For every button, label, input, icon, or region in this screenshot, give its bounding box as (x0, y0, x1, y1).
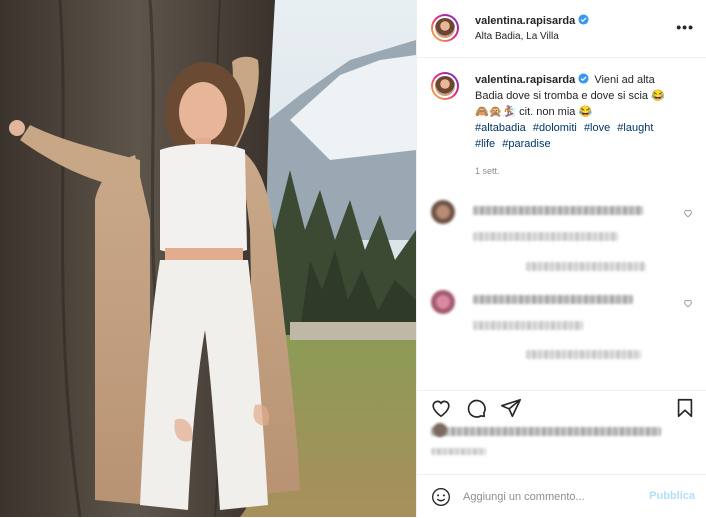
comment-avatar[interactable] (431, 200, 455, 224)
comment-avatar[interactable] (431, 290, 455, 314)
author-avatar[interactable] (431, 14, 459, 42)
post-header: valentina.rapisarda Alta Badia, La Villa… (417, 0, 706, 58)
hashtag-altabadia[interactable]: #altabadia (475, 122, 526, 134)
hashtag-love[interactable]: #love (584, 122, 610, 134)
comment-text-blurred (473, 206, 643, 215)
verified-badge-icon (578, 14, 589, 25)
comment-meta-blurred (473, 232, 618, 241)
comment-meta-blurred (473, 321, 583, 330)
comment-heart-icon[interactable] (683, 208, 693, 218)
add-comment-bar: Pubblica (417, 474, 706, 518)
caption-text: valentina.rapisarda Vieni ad alta Badia … (475, 72, 693, 120)
comment-input[interactable] (463, 487, 643, 507)
view-replies-blurred[interactable] (526, 350, 641, 359)
caption-username[interactable]: valentina.rapisarda (475, 73, 589, 86)
post-details-panel: valentina.rapisarda Alta Badia, La Villa… (416, 0, 706, 517)
instagram-post: valentina.rapisarda Alta Badia, La Villa… (0, 0, 706, 517)
heart-icon[interactable] (430, 397, 452, 419)
post-location[interactable]: Alta Badia, La Villa (475, 31, 559, 42)
paper-plane-icon[interactable] (500, 397, 522, 419)
comment-item (431, 200, 693, 280)
author-username-text[interactable]: valentina.rapisarda (475, 15, 575, 27)
comment-text-blurred (473, 295, 633, 304)
caption-avatar[interactable] (431, 72, 459, 100)
bookmark-icon[interactable] (674, 397, 696, 419)
caption-line-2: Badia dove si tromba e dove si scia 😂 (475, 90, 665, 102)
caption-username-text[interactable]: valentina.rapisarda (475, 74, 575, 86)
caption-line-1: Vieni ad alta (594, 74, 655, 86)
comment-heart-icon[interactable] (683, 298, 693, 308)
post-photo[interactable] (0, 0, 416, 517)
photo-illustration (0, 0, 416, 517)
view-replies-blurred[interactable] (526, 262, 646, 271)
more-options-icon[interactable]: ••• (676, 19, 694, 35)
verified-badge-icon (578, 73, 589, 84)
comment-item (431, 290, 693, 365)
hashtag-dolomiti[interactable]: #dolomiti (533, 122, 577, 134)
caption-time: 1 sett. (475, 166, 500, 176)
action-bar (417, 390, 706, 421)
caption: valentina.rapisarda Vieni ad alta Badia … (431, 72, 693, 176)
hashtags: #altabadia #dolomiti #love #laught #life… (475, 120, 693, 152)
hashtag-paradise[interactable]: #paradise (502, 138, 550, 150)
comment-icon[interactable] (465, 397, 487, 419)
hashtag-laught[interactable]: #laught (617, 122, 653, 134)
hashtag-life[interactable]: #life (475, 138, 495, 150)
author-username[interactable]: valentina.rapisarda (475, 14, 589, 27)
smiley-icon[interactable] (431, 487, 451, 507)
caption-line-3: 🙈🙊🏂 cit. non mia 😂 (475, 106, 593, 118)
publish-button[interactable]: Pubblica (649, 490, 695, 502)
